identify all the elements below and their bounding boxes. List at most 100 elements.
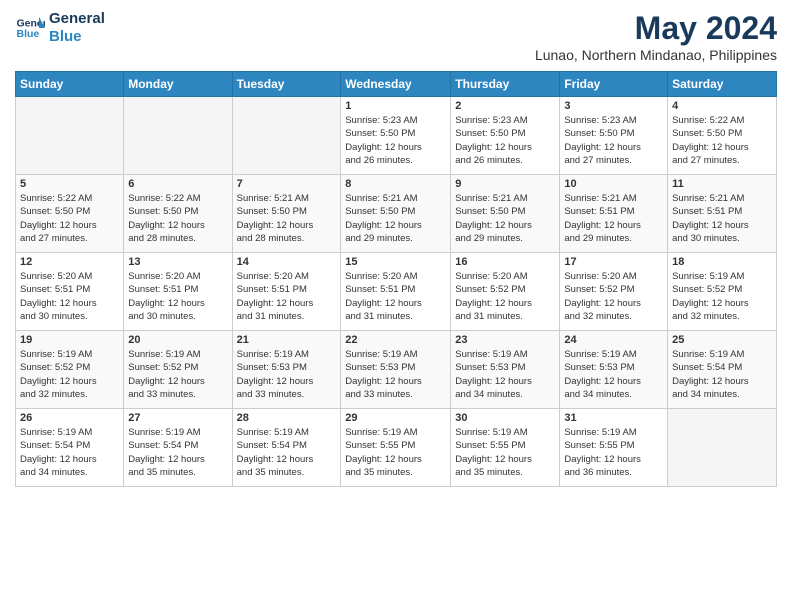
day-number: 13 — [128, 256, 227, 268]
calendar-cell: 22Sunrise: 5:19 AMSunset: 5:53 PMDayligh… — [341, 331, 451, 409]
calendar-week-row: 26Sunrise: 5:19 AMSunset: 5:54 PMDayligh… — [16, 409, 777, 487]
day-info: Sunrise: 5:21 AMSunset: 5:51 PMDaylight:… — [564, 192, 663, 245]
calendar-cell: 23 Sunrise: 5:19 AMSunset: 5:53 PMDayligh… — [451, 331, 560, 409]
calendar-week-row: 1 Sunrise: 5:23 AMSunset: 5:50 PMDaylight… — [16, 97, 777, 175]
calendar-cell: 16 Sunrise: 5:20 AMSunset: 5:52 PMDayligh… — [451, 253, 560, 331]
calendar-cell: 17 Sunrise: 5:20 AMSunset: 5:52 PMDayligh… — [560, 253, 668, 331]
day-info: Sunrise: 5:21 AMSunset: 5:50 PMDaylight:… — [455, 192, 555, 245]
day-number: 16 — [455, 256, 555, 268]
weekday-header: Sunday — [16, 72, 124, 97]
title-block: May 2024 Lunao, Northern Mindanao, Phili… — [535, 10, 777, 63]
calendar-cell: 29Sunrise: 5:19 AMSunset: 5:55 PMDayligh… — [341, 409, 451, 487]
calendar-cell: 25Sunrise: 5:19 AMSunset: 5:54 PMDayligh… — [668, 331, 777, 409]
calendar-cell: 6Sunrise: 5:22 AMSunset: 5:50 PMDaylight… — [124, 175, 232, 253]
day-info: Sunrise: 5:23 AMSunset: 5:50 PMDaylight:… — [345, 114, 446, 167]
calendar-cell: 30Sunrise: 5:19 AMSunset: 5:55 PMDayligh… — [451, 409, 560, 487]
day-number: 18 — [672, 256, 772, 268]
day-info: Sunrise: 5:19 AMSunset: 5:54 PMDaylight:… — [128, 426, 227, 479]
day-info: Sunrise: 5:23 AMSunset: 5:50 PMDaylight:… — [564, 114, 663, 167]
day-number: 19 — [20, 334, 119, 346]
day-info: Sunrise: 5:19 AMSunset: 5:53 PMDaylight:… — [455, 348, 555, 401]
day-info: Sunrise: 5:20 AMSunset: 5:51 PMDaylight:… — [237, 270, 337, 323]
day-info: Sunrise: 5:22 AMSunset: 5:50 PMDaylight:… — [128, 192, 227, 245]
logo-line1: General — [49, 10, 105, 28]
calendar-cell: 11Sunrise: 5:21 AMSunset: 5:51 PMDayligh… — [668, 175, 777, 253]
day-number: 29 — [345, 412, 446, 424]
calendar-cell: 14 Sunrise: 5:20 AMSunset: 5:51 PMDayligh… — [232, 253, 341, 331]
header: General Blue General Blue May 2024 Lunao… — [15, 10, 777, 63]
calendar-week-row: 12Sunrise: 5:20 AMSunset: 5:51 PMDayligh… — [16, 253, 777, 331]
calendar-cell: 24 Sunrise: 5:19 AMSunset: 5:53 PMDayligh… — [560, 331, 668, 409]
calendar-cell: 12Sunrise: 5:20 AMSunset: 5:51 PMDayligh… — [16, 253, 124, 331]
location-title: Lunao, Northern Mindanao, Philippines — [535, 47, 777, 63]
logo-line2: Blue — [49, 28, 105, 46]
day-info: Sunrise: 5:20 AMSunset: 5:52 PMDaylight:… — [564, 270, 663, 323]
day-info: Sunrise: 5:20 AMSunset: 5:52 PMDaylight:… — [455, 270, 555, 323]
day-info: Sunrise: 5:19 AMSunset: 5:55 PMDaylight:… — [564, 426, 663, 479]
weekday-header: Monday — [124, 72, 232, 97]
svg-text:Blue: Blue — [17, 28, 40, 40]
day-number: 5 — [20, 178, 119, 190]
calendar-cell: 1 Sunrise: 5:23 AMSunset: 5:50 PMDaylight… — [341, 97, 451, 175]
calendar-cell: 31 Sunrise: 5:19 AMSunset: 5:55 PMDayligh… — [560, 409, 668, 487]
day-number: 2 — [455, 100, 555, 112]
day-number: 1 — [345, 100, 446, 112]
day-number: 4 — [672, 100, 772, 112]
calendar-cell: 21Sunrise: 5:19 AMSunset: 5:53 PMDayligh… — [232, 331, 341, 409]
calendar-cell: 15Sunrise: 5:20 AMSunset: 5:51 PMDayligh… — [341, 253, 451, 331]
day-info: Sunrise: 5:19 AMSunset: 5:52 PMDaylight:… — [672, 270, 772, 323]
weekday-header: Saturday — [668, 72, 777, 97]
calendar-cell: 27Sunrise: 5:19 AMSunset: 5:54 PMDayligh… — [124, 409, 232, 487]
weekday-header-row: SundayMondayTuesdayWednesdayThursdayFrid… — [16, 72, 777, 97]
day-info: Sunrise: 5:19 AMSunset: 5:54 PMDaylight:… — [672, 348, 772, 401]
day-number: 8 — [345, 178, 446, 190]
logo: General Blue General Blue — [15, 10, 105, 46]
day-info: Sunrise: 5:21 AMSunset: 5:50 PMDaylight:… — [237, 192, 337, 245]
calendar-cell — [124, 97, 232, 175]
day-info: Sunrise: 5:21 AMSunset: 5:51 PMDaylight:… — [672, 192, 772, 245]
day-info: Sunrise: 5:22 AMSunset: 5:50 PMDaylight:… — [20, 192, 119, 245]
day-number: 28 — [237, 412, 337, 424]
calendar-cell — [232, 97, 341, 175]
day-number: 23 — [455, 334, 555, 346]
calendar-cell: 10Sunrise: 5:21 AMSunset: 5:51 PMDayligh… — [560, 175, 668, 253]
weekday-header: Thursday — [451, 72, 560, 97]
calendar-cell: 2 Sunrise: 5:23 AMSunset: 5:50 PMDaylight… — [451, 97, 560, 175]
day-number: 22 — [345, 334, 446, 346]
day-info: Sunrise: 5:20 AMSunset: 5:51 PMDaylight:… — [20, 270, 119, 323]
day-info: Sunrise: 5:19 AMSunset: 5:52 PMDaylight:… — [20, 348, 119, 401]
calendar-cell: 20Sunrise: 5:19 AMSunset: 5:52 PMDayligh… — [124, 331, 232, 409]
calendar-cell: 28 Sunrise: 5:19 AMSunset: 5:54 PMDayligh… — [232, 409, 341, 487]
day-number: 31 — [564, 412, 663, 424]
weekday-header: Friday — [560, 72, 668, 97]
day-info: Sunrise: 5:22 AMSunset: 5:50 PMDaylight:… — [672, 114, 772, 167]
day-info: Sunrise: 5:19 AMSunset: 5:54 PMDaylight:… — [237, 426, 337, 479]
weekday-header: Tuesday — [232, 72, 341, 97]
day-number: 30 — [455, 412, 555, 424]
day-info: Sunrise: 5:19 AMSunset: 5:54 PMDaylight:… — [20, 426, 119, 479]
calendar-cell — [668, 409, 777, 487]
month-title: May 2024 — [535, 10, 777, 47]
calendar-cell — [16, 97, 124, 175]
day-info: Sunrise: 5:19 AMSunset: 5:53 PMDaylight:… — [237, 348, 337, 401]
calendar-cell: 5 Sunrise: 5:22 AMSunset: 5:50 PMDaylight… — [16, 175, 124, 253]
calendar-cell: 8Sunrise: 5:21 AMSunset: 5:50 PMDaylight… — [341, 175, 451, 253]
day-info: Sunrise: 5:23 AMSunset: 5:50 PMDaylight:… — [455, 114, 555, 167]
day-number: 17 — [564, 256, 663, 268]
page: General Blue General Blue May 2024 Lunao… — [0, 0, 792, 612]
calendar-cell: 19 Sunrise: 5:19 AMSunset: 5:52 PMDayligh… — [16, 331, 124, 409]
day-number: 9 — [455, 178, 555, 190]
day-info: Sunrise: 5:19 AMSunset: 5:53 PMDaylight:… — [564, 348, 663, 401]
calendar-cell: 4 Sunrise: 5:22 AMSunset: 5:50 PMDaylight… — [668, 97, 777, 175]
calendar-cell: 3Sunrise: 5:23 AMSunset: 5:50 PMDaylight… — [560, 97, 668, 175]
calendar-cell: 26Sunrise: 5:19 AMSunset: 5:54 PMDayligh… — [16, 409, 124, 487]
day-number: 14 — [237, 256, 337, 268]
day-number: 15 — [345, 256, 446, 268]
day-number: 24 — [564, 334, 663, 346]
calendar-cell: 18 Sunrise: 5:19 AMSunset: 5:52 PMDayligh… — [668, 253, 777, 331]
calendar-cell: 13 Sunrise: 5:20 AMSunset: 5:51 PMDayligh… — [124, 253, 232, 331]
calendar-cell: 9 Sunrise: 5:21 AMSunset: 5:50 PMDaylight… — [451, 175, 560, 253]
day-info: Sunrise: 5:20 AMSunset: 5:51 PMDaylight:… — [128, 270, 227, 323]
day-number: 20 — [128, 334, 227, 346]
day-number: 7 — [237, 178, 337, 190]
